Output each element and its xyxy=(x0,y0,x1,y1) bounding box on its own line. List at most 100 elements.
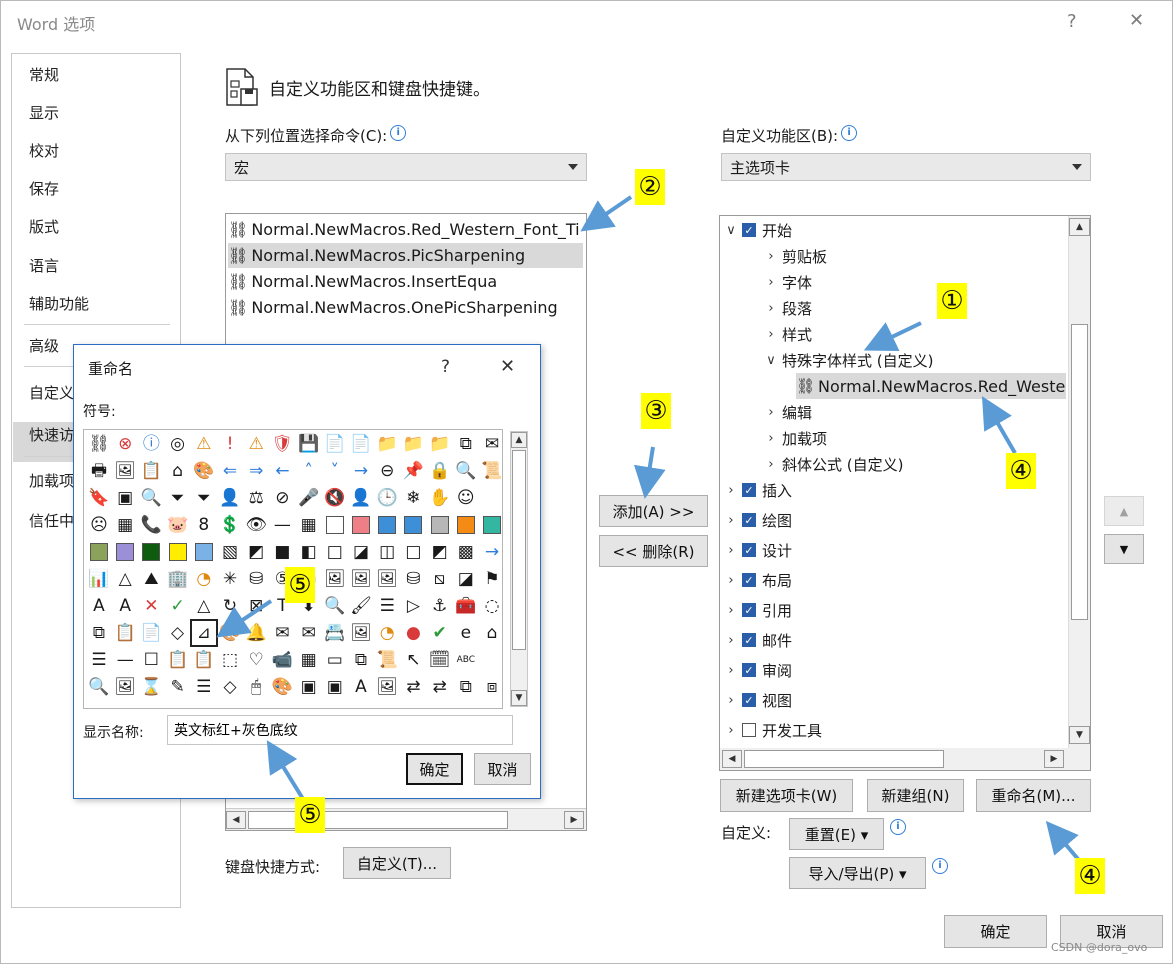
tree-row[interactable]: › ✓ 引用 xyxy=(724,597,792,623)
symbol-cell[interactable]: — xyxy=(270,513,294,537)
symbol-cell[interactable]: ⌂ xyxy=(480,621,502,645)
symbol-cell[interactable]: 📋 xyxy=(139,459,163,483)
symbol-cell[interactable]: 📜 xyxy=(375,648,399,672)
symbol-cell[interactable]: ABC xyxy=(454,648,478,672)
tree-row[interactable]: › 剪贴板 xyxy=(764,243,827,269)
symbol-cell[interactable]: ⚠ xyxy=(192,432,216,456)
symbol-cell[interactable]: 📌 xyxy=(401,459,425,483)
scroll-right-arrow-icon[interactable]: ▶ xyxy=(1044,750,1064,768)
symbol-cell[interactable]: ! xyxy=(218,432,242,456)
symbol-cell[interactable] xyxy=(87,540,111,564)
symbol-cell[interactable]: ⏷ xyxy=(192,486,216,510)
list-item[interactable]: ⛓ Normal.NewMacros.InsertEqua xyxy=(228,269,583,294)
symbol-cell[interactable]: 👤 xyxy=(218,486,242,510)
symbol-cell[interactable]: ◔ xyxy=(192,567,216,591)
symbol-cell[interactable]: A xyxy=(349,675,373,699)
nav-item-accessibility[interactable]: 辅助功能 xyxy=(29,293,89,314)
symbol-cell[interactable]: ⧉ xyxy=(349,648,373,672)
tree-row[interactable]: › 斜体公式 (自定义) xyxy=(764,451,903,477)
symbol-cell[interactable]: ⧅ xyxy=(428,567,452,591)
vscroll-thumb[interactable] xyxy=(1071,324,1088,620)
add-button[interactable]: 添加(A) >> xyxy=(599,495,708,527)
scroll-right-arrow-icon[interactable]: ▶ xyxy=(564,811,584,829)
symbol-cell[interactable]: ♡ xyxy=(244,648,268,672)
nav-item-language[interactable]: 语言 xyxy=(29,255,59,276)
checkbox[interactable]: ✓ xyxy=(742,573,756,587)
symbol-cell[interactable]: 📁 xyxy=(375,432,399,456)
symbol-cell[interactable]: ✳ xyxy=(218,567,242,591)
symbol-cell[interactable]: ▧ xyxy=(218,540,242,564)
keyboard-customize-button[interactable]: 自定义(T)... xyxy=(343,847,451,879)
tree-row[interactable]: › ✓ 设计 xyxy=(724,537,792,563)
symbol-cell[interactable]: ▦ xyxy=(113,513,137,537)
symbol-cell[interactable]: ✎ xyxy=(166,675,190,699)
chevron-right-icon[interactable]: › xyxy=(724,663,738,678)
ok-button[interactable]: 确定 xyxy=(944,915,1047,948)
symbol-cell[interactable]: ⊖ xyxy=(375,459,399,483)
symbol-cell[interactable] xyxy=(480,648,502,672)
symbol-cell[interactable]: → xyxy=(480,540,502,564)
symbol-cell[interactable]: 👤 xyxy=(349,486,373,510)
checkbox[interactable]: ✓ xyxy=(742,513,756,527)
tree-row[interactable]: ∨ 特殊字体样式 (自定义) xyxy=(764,347,933,373)
list-item[interactable]: ⛓ Normal.NewMacros.OnePicSharpening xyxy=(228,295,583,320)
symbol-grid-vscroll[interactable]: ▲ ▼ xyxy=(510,431,528,707)
new-group-button[interactable]: 新建组(N) xyxy=(867,779,964,812)
symbol-cell[interactable]: ⏷ xyxy=(166,486,190,510)
chevron-right-icon[interactable]: › xyxy=(764,275,778,290)
symbol-cell[interactable]: 📄 xyxy=(323,432,347,456)
reset-button[interactable]: 重置(E) ▾ xyxy=(789,818,884,850)
symbol-cell[interactable]: ⊘ xyxy=(270,486,294,510)
symbol-cell[interactable]: ⇒ xyxy=(244,459,268,483)
symbol-cell[interactable]: ⚑ xyxy=(480,567,502,591)
symbol-cell[interactable]: ⧉ xyxy=(87,621,111,645)
tree-row[interactable]: › ✓ 邮件 xyxy=(724,627,792,653)
symbol-cell[interactable]: ⇄ xyxy=(401,675,425,699)
symbol-cell[interactable]: 🔍 xyxy=(139,486,163,510)
symbol-cell[interactable]: △ xyxy=(192,594,216,618)
symbol-cell[interactable]: 🖼 xyxy=(323,567,347,591)
symbol-cell[interactable]: ⚓ xyxy=(428,594,452,618)
symbol-cell[interactable]: ▷ xyxy=(401,594,425,618)
tree-row[interactable]: › ✓ 插入 xyxy=(724,477,792,503)
symbol-cell[interactable]: 📄 xyxy=(349,432,373,456)
symbol-cell[interactable]: ☰ xyxy=(87,648,111,672)
symbol-cell[interactable]: 📞 xyxy=(139,513,163,537)
symbol-cell[interactable]: ◇ xyxy=(218,675,242,699)
symbol-cell[interactable] xyxy=(349,513,373,537)
symbol-cell[interactable]: ✉ xyxy=(297,621,321,645)
chevron-right-icon[interactable]: › xyxy=(724,483,738,498)
symbol-cell[interactable]: □ xyxy=(323,540,347,564)
symbol-cell[interactable]: — xyxy=(113,648,137,672)
symbol-cell[interactable] xyxy=(480,486,502,510)
symbol-cell[interactable]: ◎ xyxy=(166,432,190,456)
symbol-cell[interactable]: ◫ xyxy=(375,540,399,564)
chevron-right-icon[interactable]: › xyxy=(724,543,738,558)
hscroll-thumb[interactable] xyxy=(248,811,508,829)
scroll-down-arrow-icon[interactable]: ▼ xyxy=(511,690,527,706)
symbol-cell[interactable]: ⌂ xyxy=(166,459,190,483)
checkbox[interactable]: ✓ xyxy=(742,543,756,557)
tree-row[interactable]: › ✓ 审阅 xyxy=(724,657,792,683)
symbol-cell[interactable]: ✓ xyxy=(166,594,190,618)
symbol-cell[interactable]: ⧉ xyxy=(454,675,478,699)
symbol-cell[interactable]: 🖼 xyxy=(113,675,137,699)
ribbon-tree[interactable]: ∨ ✓ 开始 › 剪贴板 › 字体 › 段落 › 样式 ∨ 特殊字体样式 (自定义) ⛓ Normal.Ne… xyxy=(719,215,1091,771)
help-button[interactable]: ? xyxy=(1067,11,1077,32)
symbol-cell[interactable]: 🖌 xyxy=(349,594,373,618)
symbol-cell[interactable] xyxy=(139,540,163,564)
symbol-cell[interactable]: 🎤 xyxy=(297,486,321,510)
symbol-cell[interactable]: 🗓 xyxy=(428,648,452,672)
symbol-cell[interactable]: A xyxy=(113,594,137,618)
chevron-right-icon[interactable]: › xyxy=(764,431,778,446)
nav-item-layout[interactable]: 版式 xyxy=(29,216,59,237)
symbol-cell[interactable]: 📹 xyxy=(270,648,294,672)
move-down-button[interactable]: ▼ xyxy=(1104,534,1144,564)
tree-row[interactable]: › 样式 xyxy=(764,321,812,347)
tree-row-selected[interactable]: ⛓ Normal.NewMacros.Red_Weste xyxy=(796,373,1066,399)
symbol-cell[interactable]: 💲 xyxy=(218,513,242,537)
symbol-cell[interactable]: ■ xyxy=(270,540,294,564)
remove-button[interactable]: << 删除(R) xyxy=(599,535,708,567)
symbol-cell[interactable]: 📜 xyxy=(480,459,502,483)
symbol-cell[interactable]: ◪ xyxy=(349,540,373,564)
